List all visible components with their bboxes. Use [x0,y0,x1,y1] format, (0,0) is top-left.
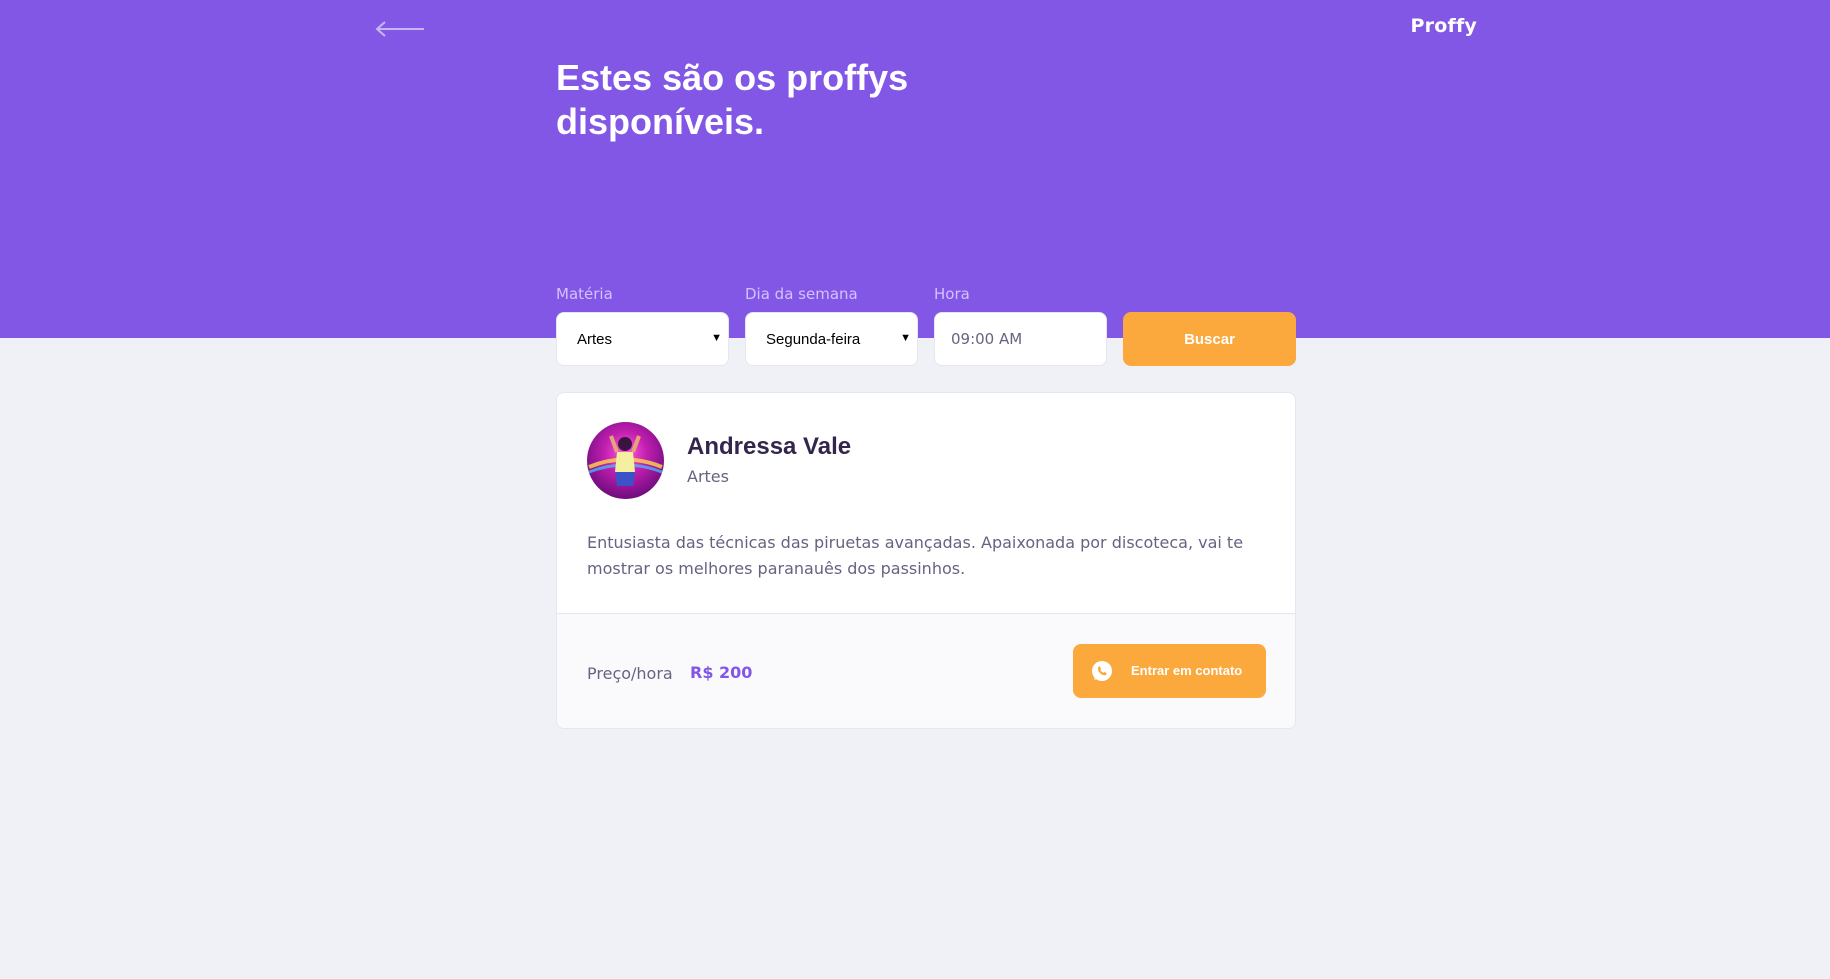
weekday-select-value: Segunda-feira [766,330,861,348]
teacher-bio: Entusiasta das técnicas das piruetas ava… [587,533,1244,578]
avatar [587,422,664,499]
whatsapp-icon [1092,661,1112,681]
subject-select-value: Artes [577,330,613,348]
caret-down-icon: ▼ [900,332,911,344]
page-header: Proffy Estes são os proffys disponíveis.… [0,0,1830,338]
search-button[interactable]: Buscar [1123,312,1296,366]
price-value: R$ 200 [690,663,753,682]
weekday-label: Dia da semana [745,285,858,303]
avatar-image [588,435,663,486]
teacher-name: Andressa Vale [687,433,852,460]
time-input[interactable]: 09:00 AM [934,312,1107,366]
caret-down-icon: ▼ [711,332,722,344]
contact-button-label: Entrar em contato [1131,663,1243,678]
weekday-select[interactable]: Segunda-feira ▼ [745,312,918,366]
teacher-card: Andressa Vale Artes Entusiasta das técni… [556,392,1296,729]
time-input-value: 09:00 AM [951,330,1023,348]
subject-label: Matéria [556,285,613,303]
page-title: Estes são os proffys disponíveis. [556,57,909,142]
card-footer: Preço/hora R$ 200 Entrar em contato [557,613,1295,728]
teacher-subject: Artes [687,467,729,486]
arrow-left-icon [375,21,424,37]
logo: Proffy [1410,15,1477,37]
back-link[interactable] [374,18,426,40]
contact-button[interactable]: Entrar em contato [1073,644,1266,698]
price-label: Preço/hora [587,664,673,683]
time-label: Hora [934,285,970,303]
subject-select[interactable]: Artes ▼ [556,312,729,366]
